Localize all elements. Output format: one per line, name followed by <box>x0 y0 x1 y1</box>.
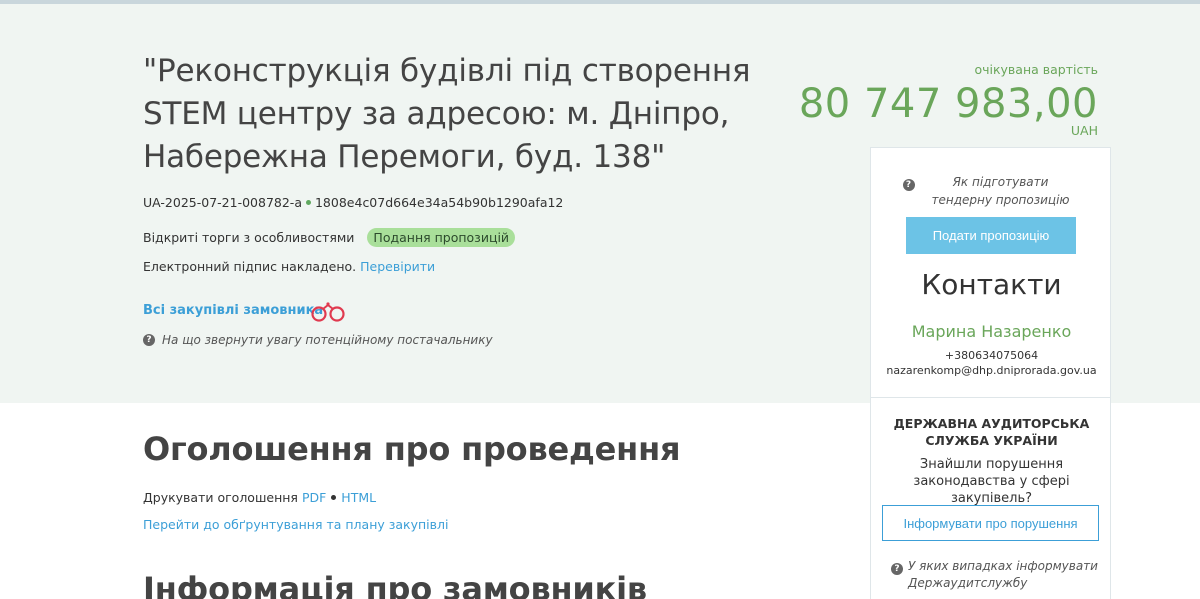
audit-title-line1: ДЕРЖАВНА АУДИТОРСЬКА <box>893 416 1090 431</box>
tender-ids: UA-2025-07-21-008782-a 1808e4c07d664e34a5… <box>143 195 563 210</box>
expected-cost-amount: 80 747 983,00 <box>798 81 1098 127</box>
print-announcement-row: Друкувати оголошення PDF HTML <box>143 490 376 505</box>
panel-divider <box>871 397 1110 398</box>
signature-text: Електронний підпис накладено. <box>143 259 357 274</box>
audit-hint-link[interactable]: ? У яких випадках інформувати Держаудитсл… <box>891 558 1101 591</box>
question-icon: ? <box>902 179 915 191</box>
verify-signature-link[interactable]: Перевірити <box>360 259 435 274</box>
contact-name: Марина Назаренко <box>911 322 1072 341</box>
audit-question-line1: Знайшли порушення <box>919 457 1064 472</box>
procedure-type: Відкриті торги з особливостями <box>143 230 355 245</box>
audit-question-line2: законодавства у сфері закупівель? <box>913 474 1070 506</box>
submit-bid-button[interactable]: Подати пропозицію <box>906 217 1076 254</box>
expected-cost-label: очікувана вартість <box>974 62 1098 77</box>
supplier-hint[interactable]: ? На що звернути увагу потенційному пост… <box>143 333 493 347</box>
how-to-prepare-link[interactable]: ? Як підготувати тендерну пропозицію <box>871 173 1112 209</box>
all-buyer-purchases-link[interactable]: Всі закупівлі замовника <box>143 303 323 318</box>
audit-service-title: ДЕРЖАВНА АУДИТОРСЬКА СЛУЖБА УКРАЇНИ <box>871 415 1112 449</box>
audit-question: Знайшли порушення законодавства у сфері … <box>871 456 1112 507</box>
print-label: Друкувати оголошення <box>143 490 298 505</box>
audit-hint-line1: У яких випадках інформувати <box>908 559 1098 573</box>
tender-hash: 1808e4c07d664e34a54b90b1290afa12 <box>314 195 564 210</box>
question-icon: ? <box>891 563 903 575</box>
print-pdf-link[interactable]: PDF <box>302 490 326 505</box>
contact-phone: +380634075064 <box>944 349 1039 362</box>
binoculars-icon[interactable] <box>308 300 348 324</box>
report-violation-button[interactable]: Інформувати про порушення <box>882 505 1099 541</box>
question-icon: ? <box>143 334 155 346</box>
print-html-link[interactable]: HTML <box>341 490 376 505</box>
audit-title-line2: СЛУЖБА УКРАЇНИ <box>925 433 1058 448</box>
contact-email: nazarenkomp@dhp.dniprorada.gov.ua <box>886 364 1097 377</box>
side-panel: ? Як підготувати тендерну пропозицію Пода… <box>870 147 1111 599</box>
separator-dot <box>305 200 311 205</box>
expected-cost-currency: UAH <box>1070 123 1098 138</box>
tender-id: UA-2025-07-21-008782-a <box>143 195 302 210</box>
audit-hint-line2: Держаудитслужбу <box>908 576 1028 590</box>
contacts-title: Контакти <box>921 268 1062 301</box>
buyers-info-title: Інформація про замовників <box>143 570 647 599</box>
supplier-hint-text: На що звернути увагу потенційному постач… <box>162 333 493 347</box>
status-badge: Подання пропозицій <box>367 228 516 247</box>
tender-title: "Реконструкція будівлі під створення STE… <box>143 53 751 175</box>
procedure-row: Відкриті торги з особливостями Подання п… <box>143 228 516 247</box>
signature-row: Електронний підпис накладено. Перевірити <box>143 259 435 274</box>
separator-dot <box>331 495 337 500</box>
how-to-prepare-text: Як підготувати тендерну пропозицію <box>931 175 1070 207</box>
announcement-title: Оголошення про проведення <box>143 430 681 468</box>
procurement-plan-link[interactable]: Перейти до обґрунтування та плану закупі… <box>143 517 448 532</box>
